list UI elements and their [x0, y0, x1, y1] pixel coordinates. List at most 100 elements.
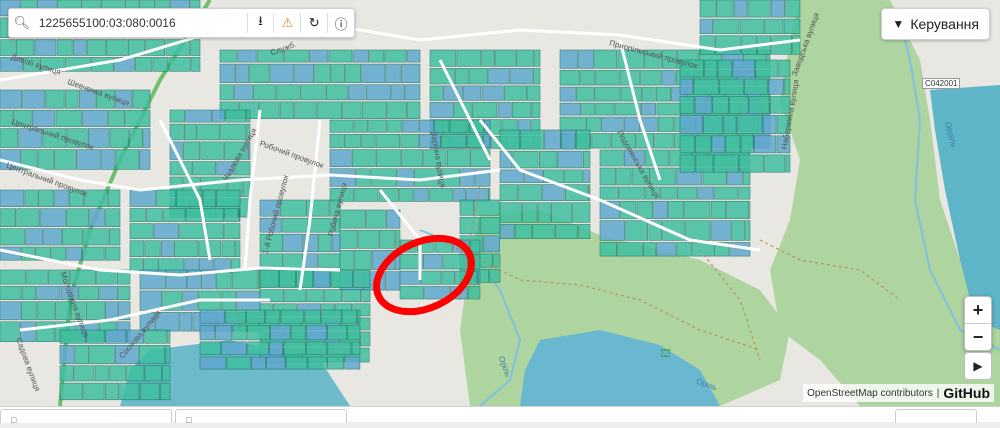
parcel[interactable]: [84, 229, 109, 245]
parcel[interactable]: [777, 115, 790, 134]
parcel[interactable]: [184, 124, 196, 140]
parcel[interactable]: [161, 241, 173, 257]
parcel[interactable]: [430, 86, 442, 101]
parcel[interactable]: [140, 383, 159, 400]
parcel[interactable]: [419, 120, 433, 132]
parcel[interactable]: [362, 64, 385, 83]
parcel[interactable]: [226, 110, 246, 122]
parcel[interactable]: [343, 290, 361, 302]
parcel[interactable]: [105, 383, 119, 400]
parcel[interactable]: [86, 302, 104, 320]
parcel[interactable]: [344, 134, 361, 147]
parcel[interactable]: [370, 50, 384, 62]
parcel[interactable]: [314, 270, 330, 288]
parcel[interactable]: [106, 209, 120, 227]
parcel[interactable]: [108, 190, 120, 207]
parcel[interactable]: [36, 322, 54, 342]
parcel[interactable]: [500, 203, 522, 223]
parcel[interactable]: [694, 79, 719, 94]
parcel[interactable]: [367, 210, 386, 228]
parcel[interactable]: [429, 188, 452, 201]
parcel[interactable]: [376, 134, 400, 147]
parcel[interactable]: [317, 102, 342, 119]
parcel[interactable]: [543, 185, 565, 201]
parcel[interactable]: [345, 357, 360, 369]
parcel[interactable]: [454, 188, 466, 201]
parcel[interactable]: [560, 103, 581, 115]
parcel[interactable]: [75, 345, 89, 364]
parcel[interactable]: [770, 97, 790, 114]
parcel[interactable]: [200, 325, 214, 340]
parcel[interactable]: [307, 342, 327, 355]
parcel[interactable]: [330, 188, 354, 201]
parcel[interactable]: [105, 302, 117, 320]
parcel[interactable]: [498, 102, 511, 117]
parcel[interactable]: [704, 115, 723, 134]
parcel[interactable]: [325, 290, 342, 302]
map-canvas[interactable]: ⛫: [0, 0, 1000, 406]
parcel[interactable]: [385, 272, 400, 290]
parcel[interactable]: [512, 102, 531, 117]
parcel[interactable]: [624, 117, 639, 131]
parcel[interactable]: [20, 322, 35, 342]
parcel[interactable]: [260, 254, 283, 268]
parcel[interactable]: [145, 330, 166, 343]
parcel[interactable]: [88, 129, 109, 148]
parcel[interactable]: [601, 117, 623, 131]
parcel[interactable]: [340, 210, 366, 228]
parcel[interactable]: [705, 60, 717, 77]
parcel[interactable]: [167, 330, 170, 343]
parcel[interactable]: [60, 383, 83, 400]
parcel[interactable]: [779, 60, 790, 77]
parcel[interactable]: [71, 270, 96, 284]
parcel[interactable]: [322, 310, 341, 323]
parcel[interactable]: [0, 270, 26, 284]
parcel[interactable]: [233, 325, 247, 340]
parcel[interactable]: [88, 40, 106, 56]
parcel[interactable]: [494, 254, 500, 267]
parcel[interactable]: [539, 151, 557, 168]
parcel[interactable]: [596, 70, 620, 85]
parcel[interactable]: [280, 102, 294, 119]
parcel[interactable]: [65, 90, 78, 108]
parcel[interactable]: [260, 218, 281, 232]
parcel[interactable]: [414, 188, 428, 201]
parcel[interactable]: [669, 201, 684, 218]
parcel[interactable]: [133, 90, 150, 108]
parcel[interactable]: [37, 286, 60, 300]
parcel[interactable]: [626, 221, 648, 241]
parcel[interactable]: [35, 40, 56, 56]
parcel[interactable]: [588, 185, 590, 201]
parcel[interactable]: [700, 36, 714, 55]
parcel[interactable]: [156, 312, 179, 331]
parcel[interactable]: [200, 310, 224, 323]
parcel[interactable]: [746, 221, 750, 241]
parcel[interactable]: [327, 325, 346, 340]
parcel[interactable]: [716, 0, 733, 17]
parcel[interactable]: [600, 187, 619, 199]
parcel[interactable]: [0, 209, 16, 227]
parcel[interactable]: [442, 271, 455, 284]
parcel[interactable]: [203, 190, 215, 207]
parcel[interactable]: [32, 110, 55, 126]
parcel[interactable]: [403, 120, 419, 132]
parcel[interactable]: [55, 302, 70, 320]
parcel[interactable]: [461, 169, 474, 187]
parcel[interactable]: [52, 247, 66, 260]
parcel[interactable]: [220, 50, 237, 62]
parcel[interactable]: [106, 40, 127, 56]
parcel[interactable]: [225, 209, 239, 222]
parcel[interactable]: [200, 342, 221, 355]
parcel[interactable]: [60, 345, 74, 364]
parcel[interactable]: [269, 342, 283, 355]
parcel[interactable]: [430, 102, 454, 117]
parcel[interactable]: [726, 136, 740, 153]
parcel[interactable]: [740, 155, 764, 172]
parcel[interactable]: [489, 269, 500, 282]
parcel[interactable]: [489, 68, 510, 84]
parcel[interactable]: [785, 79, 790, 94]
parcel[interactable]: [478, 271, 480, 284]
parcel[interactable]: [83, 247, 105, 260]
parcel[interactable]: [329, 50, 352, 62]
parcel[interactable]: [793, 36, 800, 55]
